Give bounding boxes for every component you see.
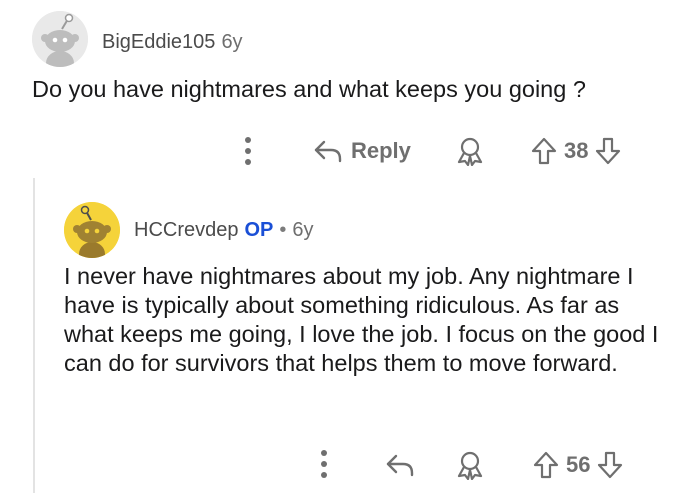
award-icon	[457, 451, 483, 480]
more-options-button[interactable]	[238, 135, 258, 167]
more-options-button[interactable]	[314, 448, 334, 480]
snoo-avatar-icon	[32, 11, 88, 67]
avatar[interactable]	[32, 11, 88, 67]
award-button[interactable]	[455, 450, 485, 480]
award-button[interactable]	[455, 136, 485, 166]
downvote-arrow-icon[interactable]	[594, 136, 622, 166]
separator-dot: •	[279, 219, 287, 241]
comment-author-line: HCCrevdep OP • 6y	[134, 218, 314, 242]
username[interactable]: HCCrevdep	[134, 219, 238, 241]
avatar[interactable]	[64, 202, 120, 258]
comment-body: Do you have nightmares and what keeps yo…	[32, 76, 586, 102]
downvote-arrow-icon[interactable]	[596, 450, 624, 480]
vertical-ellipsis-icon	[245, 137, 251, 165]
upvote-arrow-icon[interactable]	[532, 450, 560, 480]
comment-age: 6y	[221, 31, 243, 53]
comment-thread: BigEddie105 6y Do you have nightmares and…	[0, 0, 700, 493]
reply-button[interactable]: Reply	[313, 136, 411, 166]
vote-score: 56	[566, 452, 591, 477]
comment-body: I never have nightmares about my job. An…	[64, 263, 659, 376]
reply-button[interactable]	[385, 450, 415, 480]
reply-arrow-icon	[314, 140, 342, 163]
vote-controls: 56	[532, 449, 624, 481]
award-icon	[457, 137, 483, 166]
vote-controls: 38	[530, 135, 622, 167]
upvote-arrow-icon[interactable]	[530, 136, 558, 166]
snoo-avatar-icon	[64, 202, 120, 258]
reply-label: Reply	[351, 138, 411, 163]
comment-age: 6y	[292, 219, 314, 241]
comment-author-line: BigEddie105 6y	[102, 30, 243, 54]
username[interactable]: BigEddie105	[102, 31, 215, 53]
thread-line[interactable]	[33, 178, 35, 493]
op-badge: OP	[244, 219, 274, 241]
vertical-ellipsis-icon	[321, 450, 327, 478]
vote-score: 38	[564, 138, 589, 163]
reply-arrow-icon	[386, 454, 414, 477]
